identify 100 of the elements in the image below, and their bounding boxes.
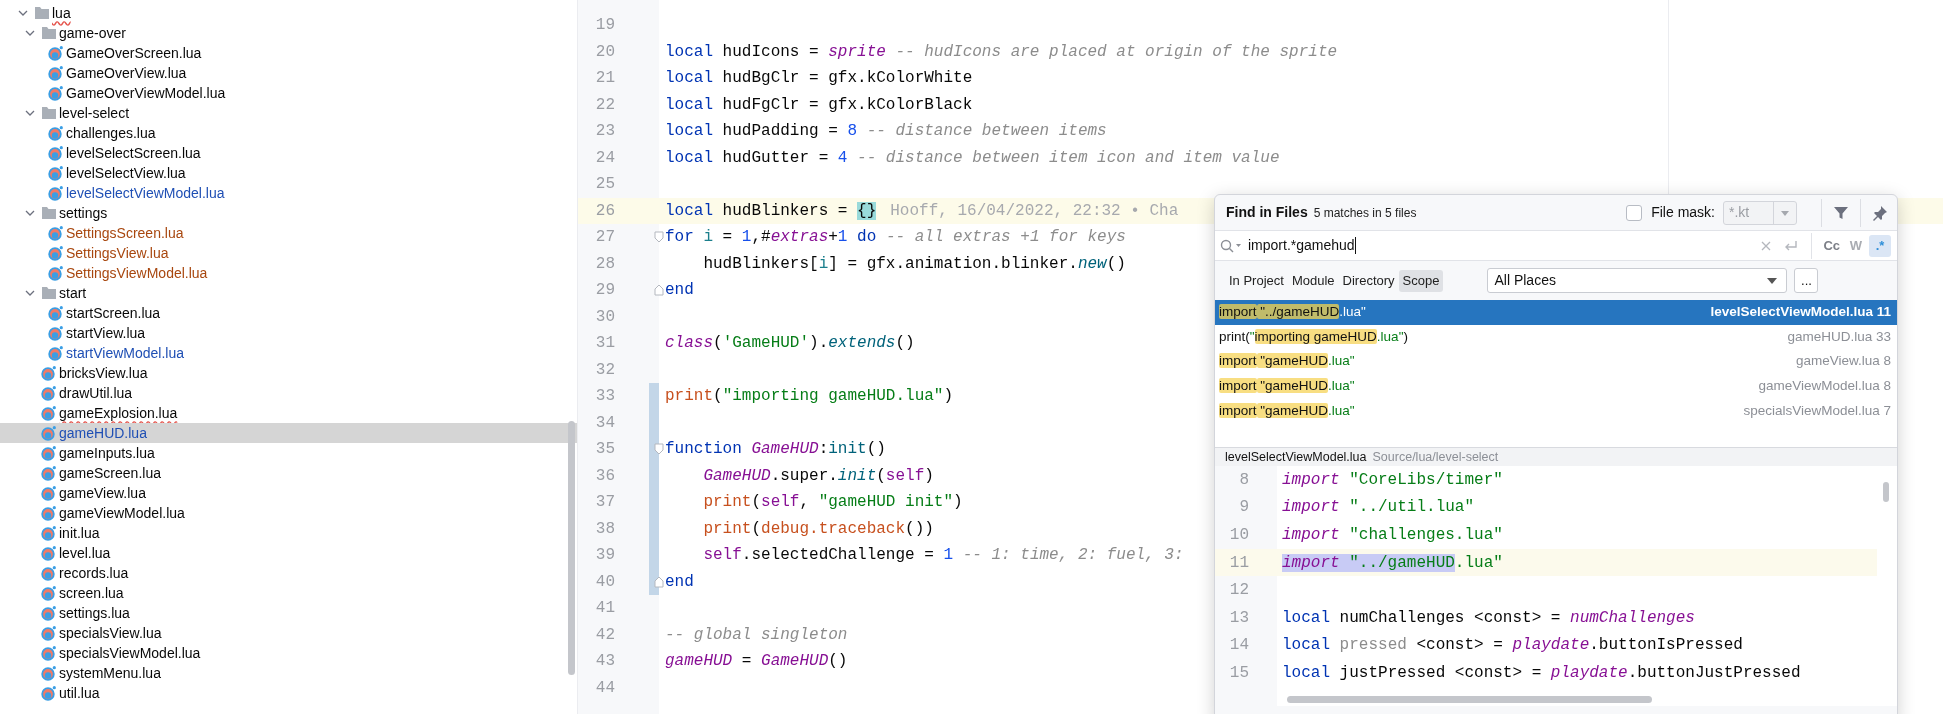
tree-item[interactable]: gameExplosion.lua — [0, 403, 577, 423]
search-result-row[interactable]: import "../gameHUD.lua" levelSelectViewModel.lua 11 — [1215, 300, 1897, 325]
search-option-toggle[interactable]: Cc — [1820, 234, 1843, 257]
line-number: 10 — [1229, 525, 1249, 546]
scope-tab[interactable]: Directory — [1338, 269, 1399, 292]
search-result-row[interactable]: print("importing gameHUD.lua") gameHUD.lua 33 — [1215, 324, 1897, 350]
scope-select[interactable]: All Places — [1487, 268, 1788, 293]
fold-icon[interactable] — [654, 443, 664, 455]
tree-item[interactable]: settings.lua — [0, 603, 577, 623]
scrollbar-thumb[interactable] — [1287, 696, 1652, 703]
tree-item[interactable]: gameScreen.lua — [0, 463, 577, 483]
file-name: gameExplosion.lua — [59, 403, 178, 423]
file-name: GameOverViewModel.lua — [66, 83, 226, 103]
fold-icon[interactable] — [654, 231, 664, 243]
tree-item[interactable]: screen.lua — [0, 583, 577, 603]
tree-item[interactable]: startViewModel.lua — [0, 343, 577, 363]
search-icon — [1219, 237, 1243, 254]
line-number: 37 — [595, 492, 615, 514]
line-number: 22 — [595, 94, 615, 116]
chevron-icon[interactable] — [25, 208, 35, 218]
folder-icon — [41, 286, 57, 300]
lua-file-icon — [41, 525, 57, 541]
tree-item[interactable]: systemMenu.lua — [0, 663, 577, 683]
scope-tab[interactable]: Scope — [1398, 269, 1444, 292]
code-line: function GameHUD:init() — [665, 439, 886, 461]
fold-icon[interactable] — [654, 575, 664, 588]
file-name: systemMenu.lua — [59, 663, 161, 683]
line-number: 8 — [1239, 469, 1249, 491]
scope-tab[interactable]: Module — [1287, 269, 1339, 292]
tree-item[interactable]: gameViewModel.lua — [0, 503, 577, 523]
file-name: settings.lua — [59, 603, 130, 623]
code-line: end — [665, 571, 694, 593]
folder-icon — [41, 206, 57, 220]
tree-item[interactable]: bricksView.lua — [0, 363, 577, 383]
file-name: specialsViewModel.lua — [59, 643, 201, 663]
tree-item[interactable]: specialsViewModel.lua — [0, 643, 577, 663]
browse-button[interactable]: ... — [1794, 268, 1819, 293]
tree-item[interactable]: startView.lua — [0, 323, 577, 343]
line-number: 24 — [595, 147, 615, 169]
pin-icon[interactable] — [1871, 203, 1889, 222]
tree-item[interactable]: startScreen.lua — [0, 303, 577, 323]
tree-item[interactable]: gameHUD.lua — [0, 423, 577, 443]
lua-file-icon — [41, 425, 57, 441]
lua-file-icon — [41, 645, 57, 661]
chevron-icon[interactable] — [25, 108, 35, 118]
search-result-row[interactable]: import "gameHUD.lua" gameViewModel.lua 8 — [1215, 373, 1897, 399]
tree-item[interactable]: gameView.lua — [0, 483, 577, 503]
tree-item[interactable]: drawUtil.lua — [0, 383, 577, 403]
scrollbar-thumb[interactable] — [568, 421, 575, 675]
search-result-row[interactable]: import "gameHUD.lua" specialsViewModel.lua 7 — [1215, 398, 1897, 423]
tree-item[interactable]: GameOverViewModel.lua — [0, 83, 577, 103]
result-location: gameHUD.lua 33 — [1787, 327, 1891, 346]
tree-item[interactable]: levelSelectScreen.lua — [0, 143, 577, 163]
lua-file-icon — [41, 365, 57, 381]
lua-file-icon — [48, 305, 64, 321]
checkbox[interactable] — [1626, 204, 1643, 221]
line-number: 32 — [595, 359, 615, 381]
tree-item[interactable]: init.lua — [0, 523, 577, 543]
lua-file-icon — [48, 265, 64, 281]
tree-item[interactable]: util.lua — [0, 683, 577, 703]
tree-item[interactable]: specialsView.lua — [0, 623, 577, 643]
tree-item[interactable]: lua — [0, 3, 577, 23]
file-name: gameView.lua — [59, 483, 146, 503]
tree-item[interactable]: SettingsView.lua — [0, 243, 577, 263]
tree-item[interactable]: GameOverScreen.lua — [0, 43, 577, 63]
search-result-row[interactable]: import "gameHUD.lua" gameView.lua 8 — [1215, 349, 1897, 374]
lua-file-icon — [41, 665, 57, 681]
tree-item[interactable]: level-select — [0, 103, 577, 123]
tree-item[interactable]: level.lua — [0, 543, 577, 563]
tree-item[interactable]: levelSelectView.lua — [0, 163, 577, 183]
scope-tab[interactable]: In Project — [1225, 269, 1288, 292]
result-location: gameViewModel.lua 8 — [1758, 376, 1891, 395]
chevron-icon[interactable] — [25, 288, 35, 298]
tree-item[interactable]: SettingsScreen.lua — [0, 223, 577, 243]
tree-item[interactable]: GameOverView.lua — [0, 63, 577, 83]
lua-file-icon — [41, 565, 57, 581]
line-number: 11 — [1229, 552, 1249, 574]
line-number: 19 — [595, 15, 615, 37]
tree-item[interactable]: levelSelectViewModel.lua — [0, 183, 577, 203]
scrollbar-thumb[interactable] — [1883, 482, 1889, 502]
code-line: import "challenges.lua" — [1282, 525, 1503, 546]
dialog-title: Find in Files — [1226, 203, 1308, 222]
code-line: class('GameHUD').extends() — [665, 333, 915, 355]
tree-item[interactable]: start — [0, 283, 577, 303]
new-line-icon[interactable] — [1783, 238, 1800, 253]
result-text: print("importing gameHUD.lua") — [1219, 327, 1408, 346]
tree-item[interactable]: records.lua — [0, 563, 577, 583]
preview-file-path: Source/lua/level-select — [1372, 448, 1499, 466]
file-name: GameOverScreen.lua — [66, 43, 202, 63]
result-text: import "gameHUD.lua" — [1219, 376, 1355, 395]
line-number: 29 — [595, 280, 615, 302]
fold-icon[interactable] — [654, 284, 664, 296]
tree-item[interactable]: settings — [0, 203, 577, 223]
tree-item[interactable]: game-over — [0, 23, 577, 43]
code-line: local hudBgClr = gfx.kColorWhite — [665, 68, 973, 90]
lua-file-icon — [48, 165, 64, 181]
tree-item[interactable]: SettingsViewModel.lua — [0, 263, 577, 283]
result-text: import "../gameHUD.lua" — [1219, 303, 1366, 322]
tree-item[interactable]: gameInputs.lua — [0, 443, 577, 463]
tree-item[interactable]: challenges.lua — [0, 123, 577, 143]
